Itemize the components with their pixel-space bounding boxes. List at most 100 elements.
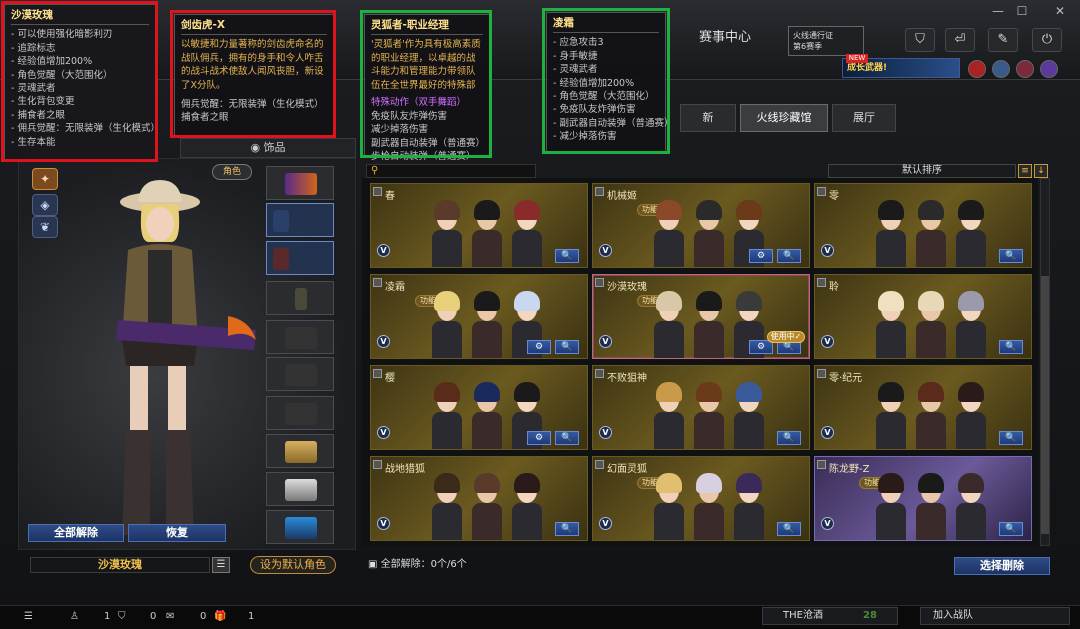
select-delete-button[interactable]: 选择删除 [954, 557, 1050, 575]
card-checkbox-icon[interactable] [817, 369, 826, 378]
tab-showroom[interactable]: 展厅 [832, 104, 896, 132]
badge-icon[interactable] [968, 60, 986, 78]
slot-pet-1[interactable] [266, 434, 334, 468]
wing-category-icon[interactable]: ❦ [32, 216, 58, 238]
vip-icon[interactable] [1040, 60, 1058, 78]
card-checkbox-icon[interactable] [373, 187, 382, 196]
friends-icon[interactable]: ⛉ [118, 609, 126, 625]
card-checkbox-icon[interactable] [595, 278, 604, 287]
zoom-icon[interactable]: 🔍 [777, 431, 801, 445]
slot-pet-2[interactable] [266, 472, 334, 506]
tab-new[interactable]: 新 [680, 104, 736, 132]
character-card[interactable]: 沙漠玫瑰 功能型 V 🔍 ⚙ 使用中✓ [592, 274, 810, 359]
v-badge-icon: V [599, 426, 612, 439]
card-checkbox-icon[interactable] [817, 460, 826, 469]
character-card[interactable]: 机械姬 功能型 V 🔍 ⚙ [592, 183, 810, 268]
character-card[interactable]: 战地猎狐 V 🔍 [370, 456, 588, 541]
zoom-icon[interactable]: 🔍 [999, 431, 1023, 445]
slot-weapon-primary[interactable] [266, 166, 334, 200]
slot-head[interactable] [266, 320, 334, 354]
power-icon[interactable]: ⏻ [1032, 28, 1062, 52]
card-checkbox-icon[interactable] [817, 187, 826, 196]
grenade-icon [295, 288, 307, 310]
settings-icon[interactable]: ⚙ [527, 431, 551, 445]
restore-button[interactable]: 恢复 [128, 524, 226, 542]
unload-all-button[interactable]: 全部解除 [28, 524, 124, 542]
character-card[interactable]: 陈龙野-Z 功能型 V 🔍 [814, 456, 1032, 541]
set-default-button[interactable]: 设为默认角色 [250, 556, 336, 574]
gift-icon[interactable]: 🎁 [214, 609, 226, 625]
character-card[interactable]: 春 V 🔍 [370, 183, 588, 268]
card-checkbox-icon[interactable] [373, 278, 382, 287]
globe-icon[interactable] [992, 60, 1010, 78]
portrait [469, 380, 505, 449]
list-view-icon[interactable]: ≡ [1018, 164, 1032, 178]
grid-scroll-thumb[interactable] [1041, 276, 1049, 534]
mask-category-icon[interactable]: ◈ [32, 194, 58, 216]
zoom-icon[interactable]: 🔍 [999, 249, 1023, 263]
sort-dropdown[interactable]: 默认排序 [828, 164, 1016, 178]
zoom-icon[interactable]: 🔍 [555, 431, 579, 445]
zoom-icon[interactable]: 🔍 [999, 522, 1023, 536]
slot-weapon-secondary[interactable] [266, 203, 334, 237]
zoom-icon[interactable]: 🔍 [777, 249, 801, 263]
return-icon[interactable]: ⏎ [945, 28, 975, 52]
portrait [691, 471, 727, 540]
menu-icon[interactable]: ☰ [212, 557, 230, 573]
zoom-icon[interactable]: 🔍 [555, 249, 579, 263]
maximize-button[interactable]: ☐ [1008, 2, 1036, 20]
zoom-icon[interactable]: 🔍 [777, 522, 801, 536]
search-input[interactable]: ⚲ [366, 164, 536, 178]
zoom-icon[interactable]: 🔍 [999, 340, 1023, 354]
slot-melee[interactable] [266, 241, 334, 275]
zoom-icon[interactable]: 🔍 [555, 340, 579, 354]
join-clan-button[interactable]: 加入战队 [920, 607, 1070, 625]
settings-icon[interactable]: ⚙ [749, 249, 773, 263]
messages-count: 0 [200, 611, 207, 622]
unload-count: ▣ 全部解除：0个/6个 [368, 558, 528, 572]
close-button[interactable]: ✕ [1046, 2, 1074, 20]
slot-legs[interactable] [266, 396, 334, 430]
card-checkbox-icon[interactable] [373, 369, 382, 378]
portrait [469, 471, 505, 540]
knife-icon [273, 248, 289, 270]
sort-arrow-icon[interactable]: ↓ [1034, 164, 1048, 178]
battlepass-badge[interactable]: 火线通行证 第6赛季 [788, 26, 864, 56]
portrait [953, 198, 989, 267]
event-center-tab[interactable]: 赛事中心 [680, 24, 770, 52]
character-category-icon[interactable]: ✦ [32, 168, 58, 190]
slot-pet-3[interactable] [266, 510, 334, 544]
checkbox-icon[interactable]: ▣ [368, 559, 381, 570]
v-badge-icon: V [599, 517, 612, 530]
character-card[interactable]: 零·纪元 V 🔍 [814, 365, 1032, 450]
character-card[interactable]: 樱 V 🔍 ⚙ [370, 365, 588, 450]
players-icon[interactable]: ♙ [70, 609, 79, 625]
tab-collection[interactable]: 火线珍藏馆 [740, 104, 828, 132]
gifts-count: 1 [248, 611, 255, 622]
card-checkbox-icon[interactable] [817, 278, 826, 287]
shield-icon[interactable]: ⛉ [905, 28, 935, 52]
card-checkbox-icon[interactable] [595, 460, 604, 469]
character-card[interactable]: 零 V 🔍 [814, 183, 1032, 268]
card-checkbox-icon[interactable] [373, 460, 382, 469]
rank-icon[interactable] [1016, 60, 1034, 78]
character-card[interactable]: 不败狙神 V 🔍 [592, 365, 810, 450]
zoom-icon[interactable]: 🔍 [555, 522, 579, 536]
slot-body[interactable] [266, 357, 334, 391]
character-card[interactable]: 凌霜 功能型 V 🔍 ⚙ [370, 274, 588, 359]
accessory-header[interactable]: ◉ 饰品 [180, 138, 356, 158]
wrench-icon[interactable]: ✎ [988, 28, 1018, 52]
role-tag[interactable]: 角色 [212, 164, 252, 180]
character-card[interactable]: 幻面灵狐 功能型 V 🔍 [592, 456, 810, 541]
channel-box[interactable]: THE沧酒 28 [762, 607, 898, 625]
character-card[interactable]: 聆 V 🔍 [814, 274, 1032, 359]
helmet-icon [285, 327, 317, 349]
card-name: 樱 [385, 373, 395, 384]
card-checkbox-icon[interactable] [595, 369, 604, 378]
message-icon[interactable]: ✉ [166, 609, 174, 625]
slot-grenade[interactable] [266, 281, 334, 315]
settings-icon[interactable]: ⚙ [527, 340, 551, 354]
list-icon[interactable]: ☰ [24, 609, 33, 625]
portrait [429, 198, 465, 267]
card-checkbox-icon[interactable] [595, 187, 604, 196]
